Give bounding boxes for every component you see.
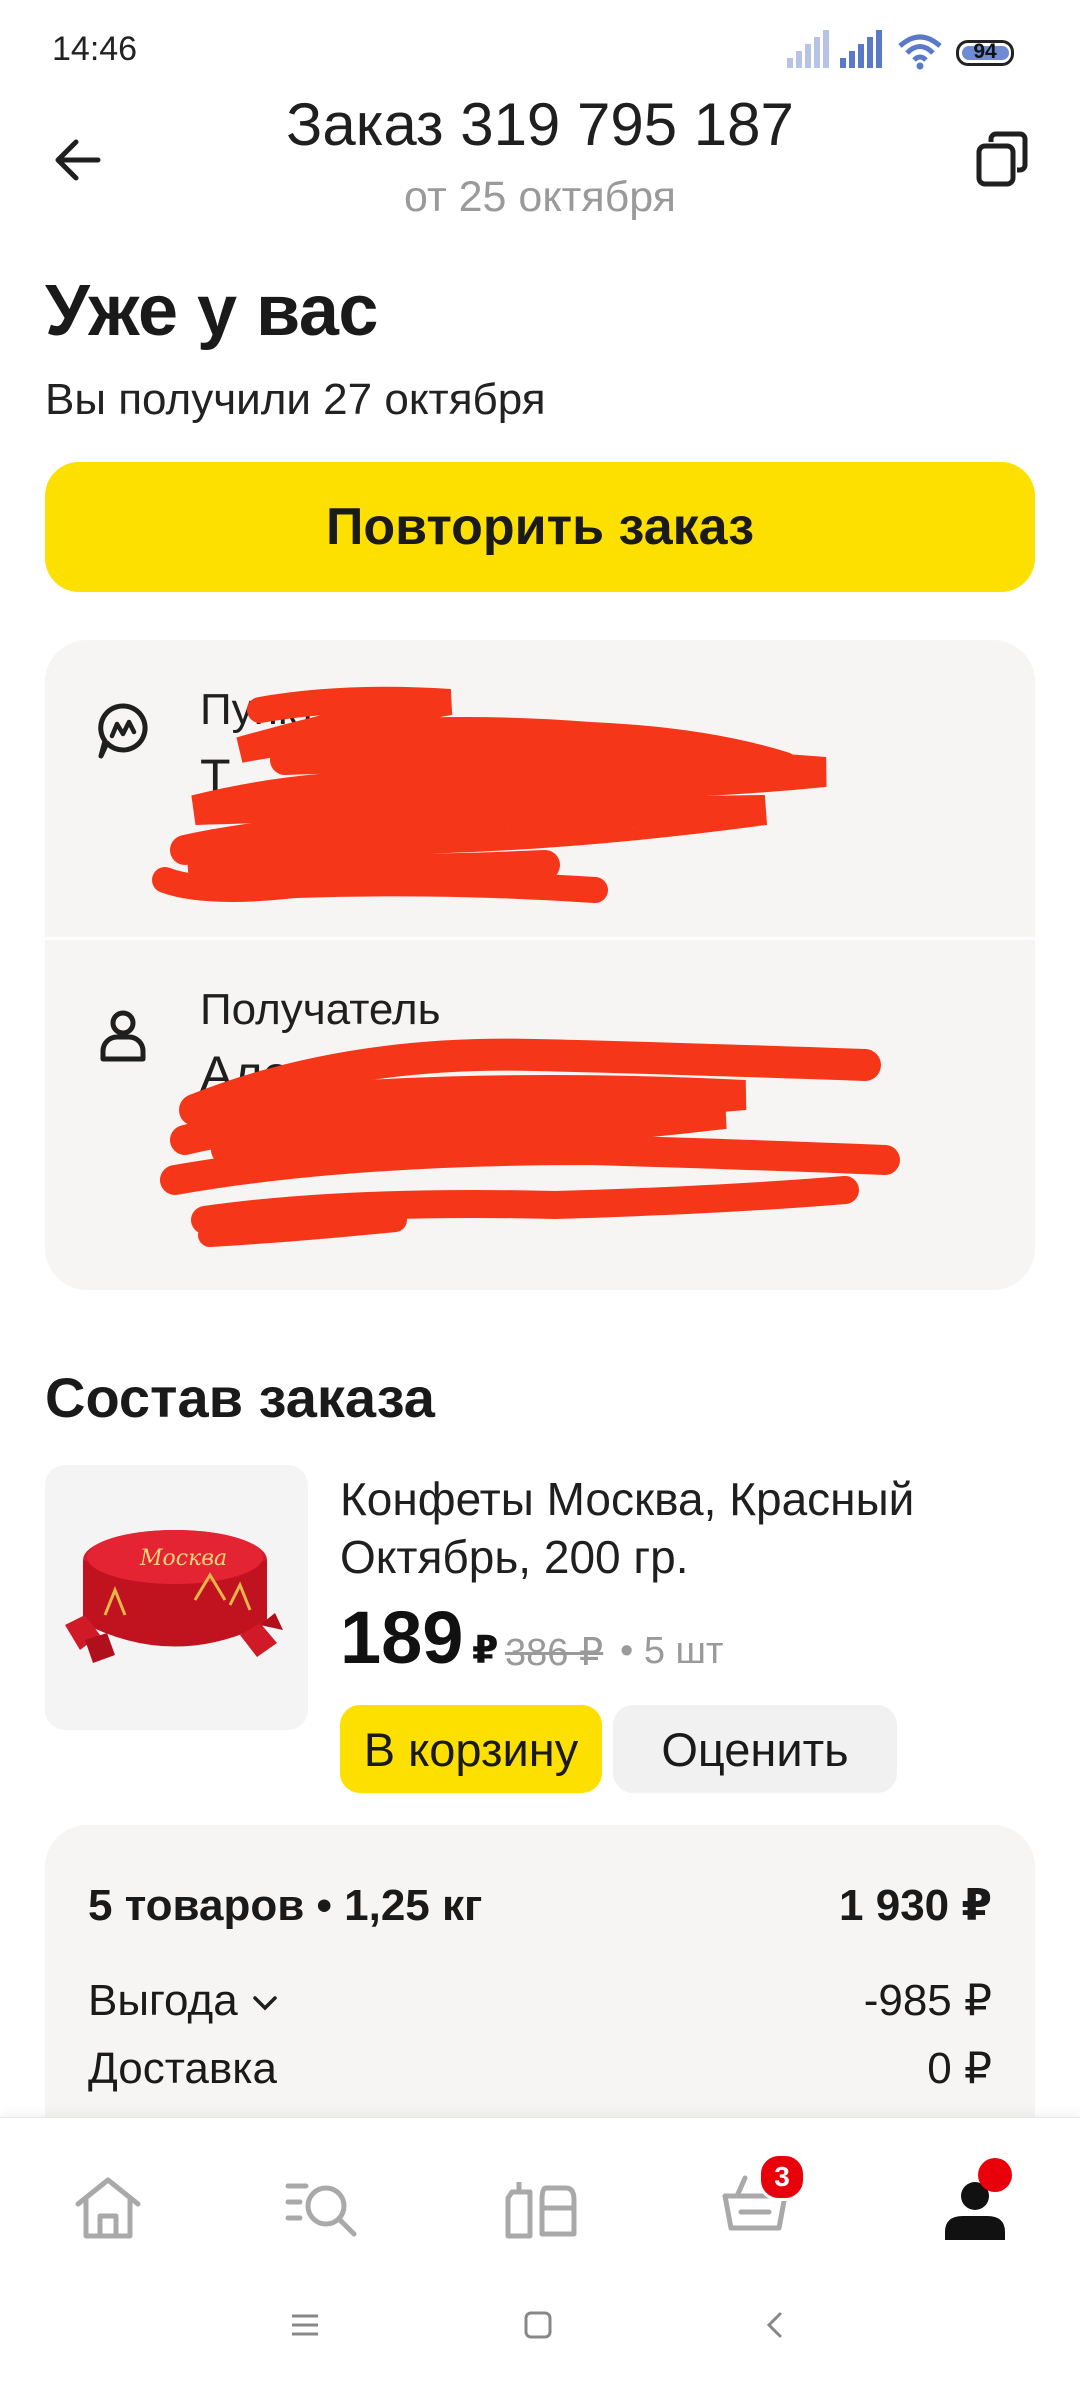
product-price-currency: ₽ (472, 1630, 499, 1672)
chevron-down-icon (253, 1996, 277, 2011)
status-time: 14:46 (52, 30, 138, 68)
pickup-point-icon (98, 703, 148, 759)
order-summary-card: 5 товаров • 1,25 кг 1 930 ₽ Выгода -985 … (45, 1825, 1035, 2125)
order-date: от 25 октября (404, 173, 676, 221)
battery-level: 94 (973, 40, 997, 63)
catalog-search-icon[interactable] (282, 2168, 362, 2248)
signal-icon-1 (787, 30, 829, 68)
order-contents-title: Состав заказа (45, 1366, 435, 1429)
home-icon[interactable] (68, 2168, 148, 2248)
candy-box-image: Москва (65, 1530, 283, 1663)
recipient-label: Получатель (200, 985, 441, 1034)
home-square-icon[interactable] (523, 2310, 553, 2340)
order-status-subtitle: Вы получили 27 октября (45, 375, 546, 424)
product-old-price: 386 ₽ (505, 1632, 604, 1674)
delivery-label: Доставка (88, 2043, 277, 2093)
copy-icon[interactable] (975, 130, 1029, 188)
recipient-name: Але (200, 1046, 291, 1102)
battery-icon: 94 (956, 40, 1014, 66)
delivery-value: 0 ₽ (927, 2044, 992, 2093)
pickup-label: Пункт выд (200, 685, 411, 734)
items-summary-label: 5 товаров • 1,25 кг (88, 1880, 483, 1930)
bottom-navigation: 3 (0, 2117, 1080, 2401)
pickup-address-line1: Т (200, 749, 231, 805)
redaction-scribble (152, 686, 900, 1247)
savings-value: -985 ₽ (863, 1976, 992, 2025)
recipient-phone: + (200, 1118, 224, 1162)
profile-notification-dot (978, 2158, 1012, 2192)
add-to-cart-button[interactable]: В корзину (340, 1705, 602, 1793)
box-label: Москва (139, 1546, 227, 1571)
savings-toggle[interactable]: Выгода (88, 1976, 280, 2026)
savings-label: Выгода (88, 1975, 238, 2025)
order-status-title: Уже у вас (45, 271, 378, 351)
person-icon (100, 1010, 146, 1062)
menu-icon[interactable] (290, 2310, 320, 2340)
products-icon[interactable] (500, 2168, 580, 2248)
wifi-icon (898, 34, 942, 70)
order-title: Заказ 319 795 187 (286, 91, 794, 158)
pickup-address-line2: За (200, 819, 259, 875)
repeat-order-button[interactable]: Повторить заказ (45, 462, 1035, 592)
product-title[interactable]: Конфеты Москва, Красный Октябрь, 200 гр. (340, 1470, 1040, 1586)
product-price: 189 (340, 1596, 464, 1679)
items-summary-value: 1 930 ₽ (839, 1881, 992, 1930)
card-divider (45, 937, 1035, 940)
delivery-info-card: Пункт выд Т За Получатель Але + (45, 640, 1035, 1290)
product-image[interactable]: Москва (45, 1465, 308, 1730)
cart-badge: 3 (758, 2153, 806, 2201)
product-quantity: • 5 шт (620, 1630, 724, 1672)
back-chevron-icon[interactable] (760, 2310, 790, 2340)
signal-icon-2 (840, 30, 882, 68)
rate-button[interactable]: Оценить (613, 1705, 897, 1793)
